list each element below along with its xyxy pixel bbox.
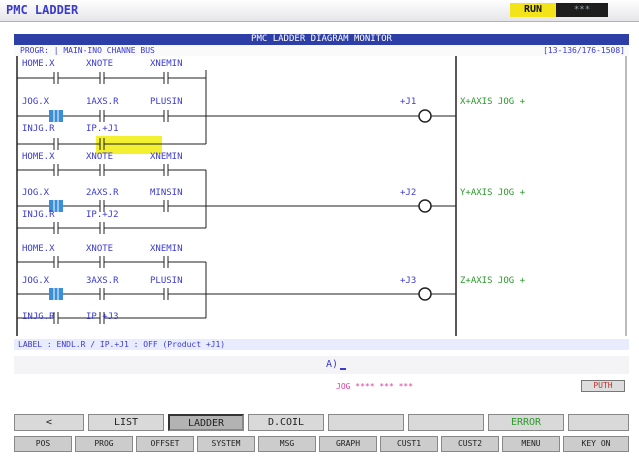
contact-label: XNEMIN [150,59,183,69]
softkey-blank-1[interactable] [328,414,404,431]
softkey-bar: < LIST LADDER D.COIL ERROR [14,414,629,431]
input-prompt: A) [326,359,347,370]
softkey-list[interactable]: LIST [88,414,164,431]
fn-key-cust1[interactable]: CUST1 [380,436,438,452]
fn-key-offset[interactable]: OFFSET [136,436,194,452]
softkey-error[interactable]: ERROR [488,414,564,431]
softkey-back[interactable]: < [14,414,84,431]
coil-label: +J1 [400,97,417,107]
run-status-extra: *** [556,3,608,17]
path-indicator: PUTH [581,380,625,392]
fn-key-cust2[interactable]: CUST2 [441,436,499,452]
coil-label: +J2 [400,188,417,198]
fn-key-keyon[interactable]: KEY ON [563,436,629,452]
rung-comment: Z+AXIS JOG + [460,276,526,286]
ladder-diagram: HOME.X XNOTE XNEMIN JOG.X 1AXS.R PLUSIN … [14,56,629,336]
position-readout: [13-136/176-1508] [543,46,625,55]
contact-label: XNOTE [86,152,114,162]
contact-label: XNEMIN [150,244,183,254]
program-line: PROGR: | MAIN-INO CHANNE BUS [20,46,155,55]
contact-label: HOME.X [22,244,55,254]
function-key-bar: POS PROG OFFSET SYSTEM MSG GRAPH CUST1 C… [14,436,629,452]
contact-label: 2AXS.R [86,188,119,198]
softkey-next[interactable] [568,414,629,431]
contact-label: IP.+J1 [86,124,119,134]
mode-status-row: JOG **** *** *** PUTH [14,380,629,394]
input-prompt-text: A) [326,359,339,370]
cnc-screen: PMC LADDER RUN *** PMC LADDER DIAGRAM MO… [0,0,639,458]
fn-key-system[interactable]: SYSTEM [197,436,255,452]
contact-label: 3AXS.R [86,276,119,286]
contact-label: PLUSIN [150,97,183,107]
rung-comment: X+AXIS JOG + [460,97,526,107]
fn-key-prog[interactable]: PROG [75,436,133,452]
contact-label: XNEMIN [150,152,183,162]
cursor-icon [340,368,347,370]
fn-key-msg[interactable]: MSG [258,436,316,452]
fn-key-menu[interactable]: MENU [502,436,560,452]
rung-comment: Y+AXIS JOG + [460,188,526,198]
ladder-monitor-banner: PMC LADDER DIAGRAM MONITOR [14,34,629,45]
contact-label: HOME.X [22,59,55,69]
contact-label: XNOTE [86,244,114,254]
contact-label: INJG.R [22,124,55,134]
signal-status-line: LABEL : ENDL.R / IP.+J1 : OFF (Product +… [14,339,629,350]
coil-label: +J3 [400,276,417,286]
contact-label: JOG.X [22,276,50,286]
contact-label: PLUSIN [150,276,183,286]
softkey-blank-2[interactable] [408,414,484,431]
contact-label: HOME.X [22,152,55,162]
contact-label: IP.+J2 [86,210,119,220]
key-input-line[interactable]: A) [14,356,629,374]
softkey-ladder[interactable]: LADDER [168,414,244,431]
contact-label: JOG.X [22,97,50,107]
contact-label: JOG.X [22,188,50,198]
program-info-row: PROGR: | MAIN-INO CHANNE BUS [13-136/176… [14,45,629,56]
title-bar: PMC LADDER RUN *** [0,0,639,22]
softkey-dcoil[interactable]: D.COIL [248,414,324,431]
contact-label: XNOTE [86,59,114,69]
contact-label: INJG.R [22,210,55,220]
app-title: PMC LADDER [6,3,79,17]
fn-key-pos[interactable]: POS [14,436,72,452]
contact-label: 1AXS.R [86,97,119,107]
fn-key-graph[interactable]: GRAPH [319,436,377,452]
contact-label: MINSIN [150,188,183,198]
contact-label: IP.+J3 [86,312,119,322]
contact-label: INJG.R [22,312,55,322]
mode-indicator: JOG **** *** *** [336,382,414,391]
run-status-badge: RUN [510,3,556,17]
